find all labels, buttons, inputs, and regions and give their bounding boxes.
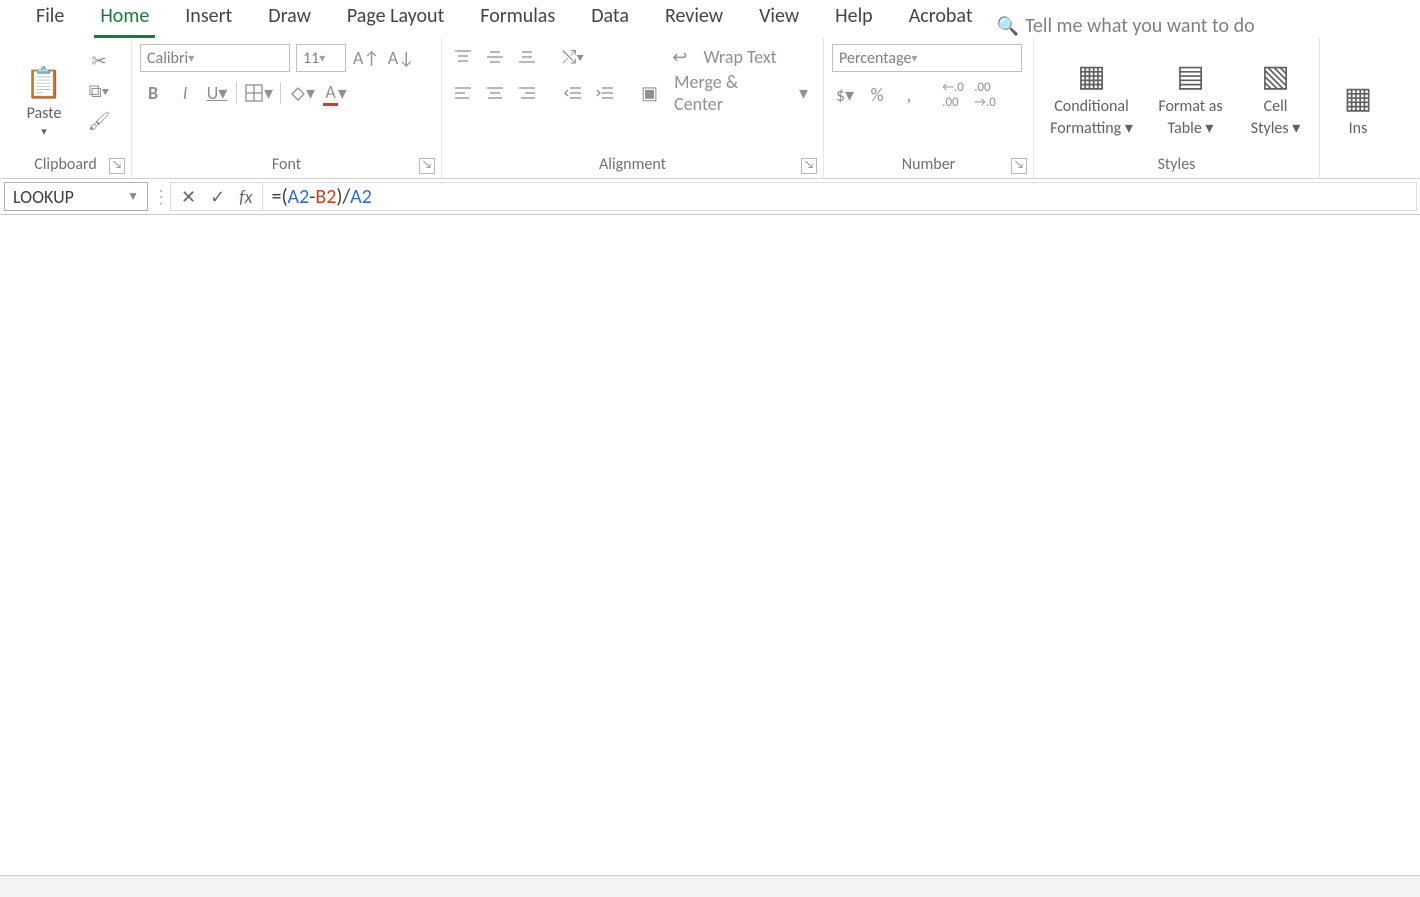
enter-formula-button[interactable]: ✓ — [210, 186, 225, 208]
group-clipboard: 📋 Paste ▾ ✂ ⧉▾ 🖌 Clipboard ↘ — [0, 38, 132, 178]
group-number-label: Number — [832, 153, 1025, 176]
merge-icon: ▣ — [641, 82, 658, 104]
tab-acrobat[interactable]: Acrobat — [891, 0, 991, 38]
underline-button[interactable]: U▾ — [204, 80, 230, 106]
search-icon: 🔍 — [997, 15, 1019, 37]
align-right-button[interactable] — [514, 80, 540, 106]
alignment-dialog-launcher[interactable]: ↘ — [801, 158, 817, 174]
formula-bar-handle[interactable]: ⋮ — [152, 179, 170, 214]
bucket-icon — [288, 84, 306, 102]
align-middle-button[interactable] — [482, 44, 508, 70]
ribbon-tabs: File Home Insert Draw Page Layout Formul… — [0, 0, 1420, 38]
percent-button[interactable]: % — [864, 82, 890, 108]
tab-draw[interactable]: Draw — [250, 0, 329, 38]
ribbon-body: 📋 Paste ▾ ✂ ⧉▾ 🖌 Clipboard ↘ Calibri 11 … — [0, 38, 1420, 179]
font-color-button[interactable]: A▾ — [322, 80, 348, 106]
increase-decimal-button[interactable]: ←.0.00 — [940, 82, 966, 108]
group-clipboard-label: Clipboard — [8, 153, 123, 176]
format-painter-button[interactable]: 🖌 — [86, 108, 112, 134]
tell-me-search[interactable]: 🔍 Tell me what you want to do — [997, 14, 1255, 38]
paste-label: Paste — [27, 104, 62, 123]
wrap-text-button[interactable]: ↩ Wrap Text — [634, 44, 815, 70]
insert-function-button[interactable]: fx — [239, 186, 252, 208]
decrease-font-button[interactable]: A↓ — [387, 45, 416, 71]
group-styles-label: Styles — [1042, 153, 1311, 176]
cut-button[interactable]: ✂ — [86, 48, 112, 74]
formula-input[interactable]: =(A2-B2)/A2 — [263, 182, 1417, 211]
number-dialog-launcher[interactable]: ↘ — [1011, 158, 1027, 174]
align-left-button[interactable] — [450, 80, 476, 106]
increase-indent-button[interactable] — [592, 80, 618, 106]
align-center-button[interactable] — [482, 80, 508, 106]
align-bottom-button[interactable] — [514, 44, 540, 70]
fill-color-button[interactable]: ▾ — [287, 80, 316, 106]
tab-page-layout[interactable]: Page Layout — [329, 0, 462, 38]
currency-button[interactable]: $▾ — [832, 82, 858, 108]
wrap-text-label: Wrap Text — [703, 46, 776, 68]
decrease-decimal-button[interactable]: .00→.0 — [972, 82, 998, 108]
wrap-icon: ↩ — [672, 46, 687, 68]
format-as-table-button[interactable]: ▤ Format as Table ▾ — [1148, 44, 1234, 138]
group-font: Calibri 11 A↑ A↓ B I U▾ ▾ ▾ A▾ Font — [132, 38, 442, 178]
tell-me-placeholder: Tell me what you want to do — [1025, 14, 1255, 38]
paste-icon: 📋 — [25, 65, 62, 102]
align-top-button[interactable] — [450, 44, 476, 70]
cell-styles-icon: ▧ — [1261, 58, 1289, 95]
group-font-label: Font — [140, 153, 433, 176]
tab-formulas[interactable]: Formulas — [462, 0, 573, 38]
format-table-icon: ▤ — [1176, 58, 1204, 95]
horizontal-scrollbar[interactable] — [0, 875, 1420, 897]
tab-view[interactable]: View — [741, 0, 817, 38]
copy-button[interactable]: ⧉▾ — [86, 78, 112, 104]
merge-center-button[interactable]: ▣ Merge & Center ▾ — [634, 80, 815, 106]
clipboard-dialog-launcher[interactable]: ↘ — [109, 158, 125, 174]
group-cells: ▦ Ins — [1320, 38, 1400, 178]
group-number: Percentage $▾ % , ←.0.00 .00→.0 Number ↘ — [824, 38, 1034, 178]
tab-file[interactable]: File — [18, 0, 82, 38]
group-styles: ▦ Conditional Formatting ▾ ▤ Format as T… — [1034, 38, 1320, 178]
increase-font-button[interactable]: A↑ — [352, 45, 381, 71]
chevron-down-icon: ▼ — [127, 189, 139, 204]
bold-button[interactable]: B — [140, 80, 166, 106]
insert-cells-icon: ▦ — [1344, 80, 1372, 117]
name-box-value: LOOKUP — [13, 186, 74, 208]
paste-button[interactable]: 📋 Paste ▾ — [8, 44, 80, 138]
tab-data[interactable]: Data — [573, 0, 647, 38]
tab-help[interactable]: Help — [817, 0, 891, 38]
merge-center-label: Merge & Center — [674, 71, 789, 115]
name-box[interactable]: LOOKUP ▼ — [4, 182, 148, 211]
font-size-selector[interactable]: 11 — [296, 44, 346, 72]
font-dialog-launcher[interactable]: ↘ — [419, 158, 435, 174]
conditional-formatting-button[interactable]: ▦ Conditional Formatting ▾ — [1043, 44, 1141, 138]
tab-review[interactable]: Review — [647, 0, 741, 38]
insert-cells-button[interactable]: ▦ Ins — [1328, 44, 1388, 138]
group-alignment: ⤭▾ ↩ Wrap Text ▣ Merge & — [442, 38, 824, 178]
italic-button[interactable]: I — [172, 80, 198, 106]
cancel-formula-button[interactable]: ✕ — [181, 186, 196, 208]
border-button[interactable]: ▾ — [243, 80, 274, 106]
formula-bar: LOOKUP ▼ ⋮ ✕ ✓ fx =(A2-B2)/A2 — [0, 179, 1420, 215]
border-icon — [244, 83, 264, 103]
number-format-selector[interactable]: Percentage — [832, 44, 1022, 72]
decrease-indent-button[interactable] — [560, 80, 586, 106]
tab-home[interactable]: Home — [82, 0, 167, 38]
group-alignment-label: Alignment — [450, 153, 815, 176]
tab-insert[interactable]: Insert — [167, 0, 250, 38]
comma-button[interactable]: , — [896, 82, 922, 108]
font-name-selector[interactable]: Calibri — [140, 44, 290, 72]
orientation-button[interactable]: ⤭▾ — [560, 44, 586, 70]
cell-styles-button[interactable]: ▧ Cell Styles ▾ — [1241, 44, 1311, 138]
conditional-formatting-icon: ▦ — [1077, 58, 1105, 95]
